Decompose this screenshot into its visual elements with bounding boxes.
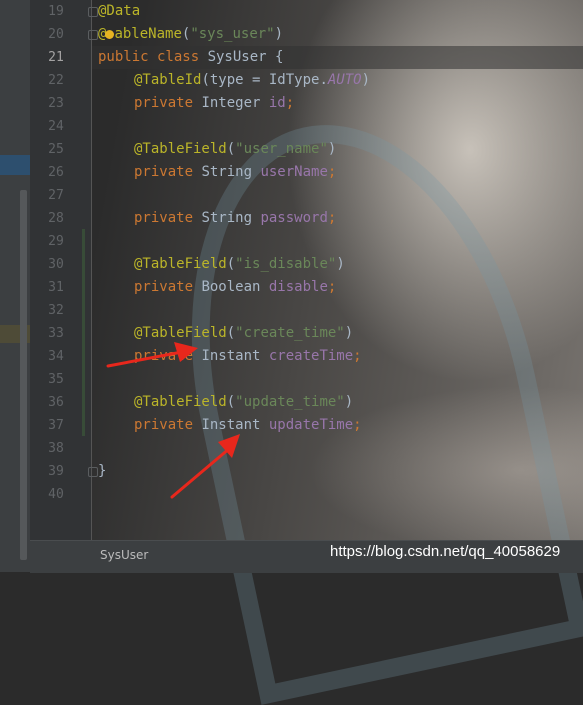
arrow-update-time [170, 434, 240, 499]
file-tab[interactable]: SysUser [100, 548, 148, 562]
arrow-shaft [170, 446, 232, 499]
arrow-shaft [106, 350, 184, 368]
arrow-head-icon [174, 342, 198, 362]
annotation-arrows [106, 342, 240, 499]
watermark: https://blog.csdn.net/qq_40058629 [330, 543, 561, 560]
arrow-create-time [106, 342, 198, 368]
